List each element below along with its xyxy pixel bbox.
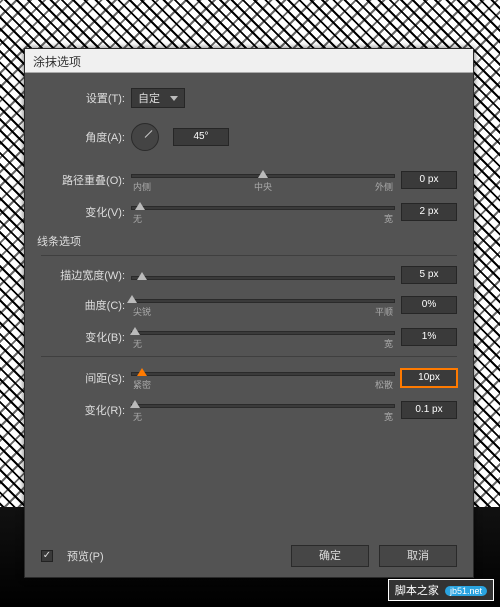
- variation-r-slider[interactable]: [131, 404, 395, 408]
- stroke-width-input[interactable]: 5 px: [401, 266, 457, 284]
- variation-r-input[interactable]: 0.1 px: [401, 401, 457, 419]
- variation-v-ticks: 无 宽: [131, 212, 395, 225]
- path-overlap-label: 路径重叠(O):: [41, 172, 131, 188]
- slider-thumb-icon[interactable]: [130, 327, 140, 335]
- curvature-input[interactable]: 0%: [401, 296, 457, 314]
- line-options-section: 线条选项: [37, 233, 457, 249]
- settings-value: 自定: [138, 90, 160, 106]
- chevron-down-icon: [170, 96, 178, 101]
- variation-r-row: 变化(R): 无 宽 0.1 px: [41, 397, 457, 423]
- settings-select[interactable]: 自定: [131, 88, 185, 108]
- divider: [41, 255, 457, 256]
- variation-r-ticks: 无 宽: [131, 410, 395, 423]
- angle-dial[interactable]: [131, 123, 159, 151]
- curvature-slider[interactable]: [131, 299, 395, 303]
- stroke-width-row: 描边宽度(W): 5 px: [41, 264, 457, 286]
- angle-label: 角度(A):: [41, 129, 131, 145]
- settings-row: 设置(T): 自定: [41, 87, 457, 109]
- variation-v-row: 变化(V): 无 宽 2 px: [41, 199, 457, 225]
- variation-v-slider[interactable]: [131, 206, 395, 210]
- slider-thumb-icon[interactable]: [258, 170, 268, 178]
- divider: [41, 356, 457, 357]
- spacing-input[interactable]: 10px: [401, 369, 457, 387]
- variation-v-input[interactable]: 2 px: [401, 203, 457, 221]
- dialog-title: 涂抹选项: [25, 49, 473, 73]
- spacing-ticks: 紧密 松散: [131, 378, 395, 391]
- preview-checkbox[interactable]: ✓: [41, 550, 53, 562]
- slider-thumb-icon[interactable]: [130, 400, 140, 408]
- angle-input[interactable]: 45°: [173, 128, 229, 146]
- angle-row: 角度(A): 45°: [41, 123, 457, 151]
- path-overlap-slider[interactable]: [131, 174, 395, 178]
- stroke-width-label: 描边宽度(W):: [41, 267, 131, 283]
- dialog-body: 设置(T): 自定 角度(A): 45° 路径重叠(O): 内侧 中央 外侧: [25, 73, 473, 535]
- smudge-options-dialog: 涂抹选项 设置(T): 自定 角度(A): 45° 路径重叠(O): 内侧: [24, 48, 474, 578]
- settings-label: 设置(T):: [41, 90, 131, 106]
- variation-b-row: 变化(B): 无 宽 1%: [41, 324, 457, 350]
- stroke-width-slider[interactable]: [131, 276, 395, 280]
- variation-b-input[interactable]: 1%: [401, 328, 457, 346]
- preview-label: 预览(P): [67, 548, 104, 564]
- variation-r-label: 变化(R):: [41, 402, 131, 418]
- variation-b-ticks: 无 宽: [131, 337, 395, 350]
- spacing-row: 间距(S): 紧密 松散 10px: [41, 365, 457, 391]
- slider-thumb-icon[interactable]: [135, 202, 145, 210]
- variation-v-label: 变化(V):: [41, 204, 131, 220]
- slider-thumb-icon[interactable]: [137, 272, 147, 280]
- slider-thumb-icon[interactable]: [127, 295, 137, 303]
- path-overlap-row: 路径重叠(O): 内侧 中央 外侧 0 px: [41, 167, 457, 193]
- spacing-label: 间距(S):: [41, 370, 131, 386]
- curvature-label: 曲度(C):: [41, 297, 131, 313]
- watermark: 脚本之家 jb51.net: [388, 579, 494, 601]
- spacing-slider[interactable]: [131, 372, 395, 376]
- cancel-button[interactable]: 取消: [379, 545, 457, 567]
- path-overlap-ticks: 内侧 中央 外侧: [131, 180, 395, 193]
- curvature-ticks: 尖锐 平顺: [131, 305, 395, 318]
- ok-button[interactable]: 确定: [291, 545, 369, 567]
- dialog-footer: ✓ 预览(P) 确定 取消: [25, 535, 473, 577]
- path-overlap-input[interactable]: 0 px: [401, 171, 457, 189]
- curvature-row: 曲度(C): 尖锐 平顺 0%: [41, 292, 457, 318]
- variation-b-slider[interactable]: [131, 331, 395, 335]
- variation-b-label: 变化(B):: [41, 329, 131, 345]
- slider-thumb-icon[interactable]: [137, 368, 147, 376]
